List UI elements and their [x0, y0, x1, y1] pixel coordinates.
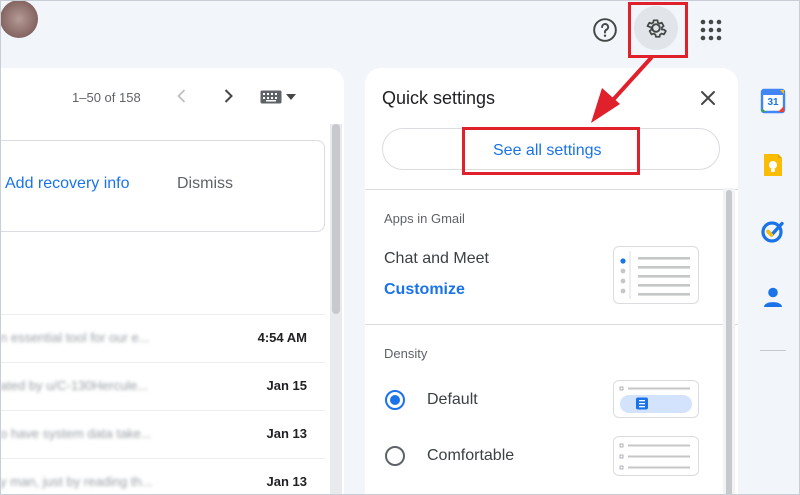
chat-meet-label: Chat and Meet	[384, 250, 489, 267]
mail-snippet: y man, just by reading th...	[0, 474, 153, 489]
mail-list-panel: 1–50 of 158 Add recovery info Dismiss n …	[0, 68, 344, 495]
density-comfortable-label[interactable]: Comfortable	[427, 447, 514, 465]
mail-date: 4:54 AM	[257, 330, 307, 345]
mail-date: Jan 15	[266, 378, 307, 393]
mail-row[interactable]: ated by u/C-130Hercule... Jan 15	[0, 362, 325, 409]
mail-date: Jan 13	[266, 474, 307, 489]
divider	[365, 189, 738, 190]
mail-row[interactable]: n essential tool for our e... 4:54 AM	[0, 314, 325, 361]
dismiss-button[interactable]: Dismiss	[177, 175, 233, 193]
side-rail-divider	[760, 350, 786, 351]
settings-highlight-box	[628, 2, 688, 58]
keyboard-icon	[260, 90, 282, 104]
density-default-label[interactable]: Default	[427, 391, 478, 409]
divider	[365, 324, 738, 325]
density-default-radio[interactable]	[385, 390, 405, 410]
density-comfortable-thumbnail	[613, 436, 699, 476]
mail-row[interactable]: y man, just by reading th... Jan 13	[0, 458, 325, 495]
recovery-info-card: Add recovery info Dismiss	[0, 140, 325, 232]
mail-snippet: ated by u/C-130Hercule...	[0, 378, 149, 393]
chevron-left-icon[interactable]	[172, 86, 192, 106]
mail-date: Jan 13	[266, 426, 307, 441]
apps-preview-thumbnail	[613, 246, 699, 304]
mail-row[interactable]: o have system data take... Jan 13	[0, 410, 325, 457]
apps-section-heading: Apps in Gmail	[384, 211, 465, 226]
chevron-right-icon[interactable]	[218, 86, 238, 106]
add-recovery-info-link[interactable]: Add recovery info	[5, 175, 130, 193]
density-section-heading: Density	[384, 346, 428, 361]
close-icon[interactable]	[696, 86, 720, 110]
quick-settings-scrollbar-thumb[interactable]	[726, 190, 732, 495]
help-icon[interactable]	[588, 13, 622, 47]
mail-scrollbar-thumb[interactable]	[332, 124, 340, 314]
calendar-icon[interactable]: 31	[760, 88, 786, 114]
caret-down-icon	[286, 94, 296, 100]
keep-icon[interactable]	[760, 152, 786, 178]
density-comfortable-radio[interactable]	[385, 446, 405, 466]
tasks-icon[interactable]	[760, 218, 786, 244]
pagination-count: 1–50 of 158	[72, 90, 141, 105]
mail-snippet: o have system data take...	[0, 426, 152, 441]
apps-grid-icon[interactable]	[694, 13, 728, 47]
calendar-day-number: 31	[767, 97, 779, 108]
customize-link[interactable]: Customize	[384, 281, 465, 299]
quick-settings-title: Quick settings	[382, 88, 496, 108]
mail-snippet: n essential tool for our e...	[0, 330, 150, 345]
input-tools-button[interactable]	[260, 88, 304, 106]
see-all-highlight-box	[462, 127, 640, 175]
contacts-icon[interactable]	[760, 284, 786, 310]
account-avatar[interactable]	[0, 0, 38, 38]
density-default-thumbnail	[613, 380, 699, 418]
